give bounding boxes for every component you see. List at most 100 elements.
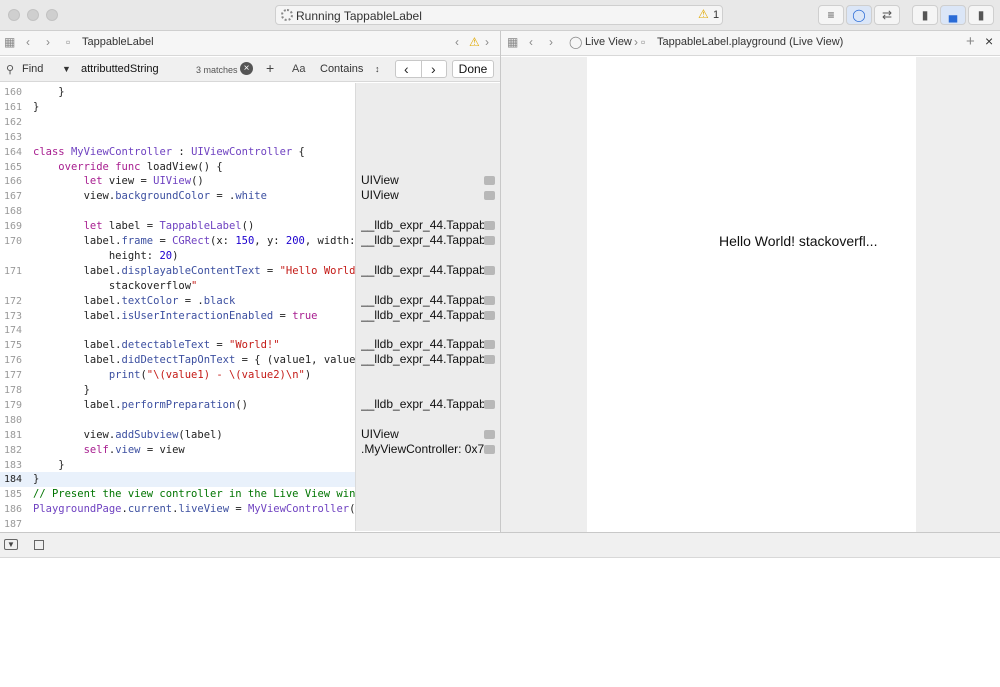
toggle-utilities-button[interactable]: ▮: [968, 5, 994, 25]
code-text[interactable]: label.frame = CGRect(x: 150, y: 200, wid…: [33, 234, 355, 249]
version-editor-button[interactable]: ⇄: [874, 5, 900, 25]
code-text[interactable]: }: [33, 100, 39, 115]
code-line[interactable]: stackoverflow": [0, 279, 355, 294]
zoom-window-button[interactable]: [46, 9, 58, 21]
code-text[interactable]: label.displayableContentText = "Hello Wo…: [33, 264, 355, 279]
chevron-right-icon[interactable]: ›: [46, 35, 50, 49]
code-text[interactable]: self.view = view: [33, 443, 185, 458]
code-line[interactable]: 164 class MyViewController : UIViewContro…: [0, 145, 355, 160]
find-done-button[interactable]: Done: [452, 60, 494, 78]
find-query[interactable]: attributtedString: [81, 63, 159, 75]
quick-look-icon[interactable]: [484, 340, 495, 350]
code-text[interactable]: }: [33, 85, 64, 100]
code-line[interactable]: 161}: [0, 100, 355, 115]
code-line[interactable]: 177 print("\(value1) - \(value2)\n"): [0, 368, 355, 383]
live-view-canvas[interactable]: Hello World! stackoverfl...: [587, 57, 916, 532]
code-line[interactable]: 182 self.view = view: [0, 443, 355, 458]
chevron-right-icon[interactable]: ›: [485, 35, 489, 49]
live-view-file-name[interactable]: TappableLabel.playground (Live View): [657, 36, 843, 48]
code-line[interactable]: 160 }: [0, 85, 355, 100]
code-text[interactable]: // Present the view controller in the Li…: [33, 487, 355, 502]
code-line[interactable]: 185 // Present the view controller in the…: [0, 487, 355, 502]
quick-look-icon[interactable]: [484, 295, 495, 305]
code-text[interactable]: label.didDetectTapOnText = { (value1, va…: [33, 353, 355, 368]
related-items-grid-icon[interactable]: ▦: [4, 35, 15, 49]
code-line[interactable]: 166 let view = UIView(): [0, 174, 355, 189]
quick-look-icon[interactable]: [484, 429, 495, 439]
code-text[interactable]: print("\(value1) - \(value2)\n"): [33, 368, 311, 383]
code-line[interactable]: 171 label.displayableContentText = "Hell…: [0, 264, 355, 279]
case-sensitive-toggle[interactable]: Aa: [292, 63, 305, 75]
assistant-editor-button[interactable]: ◯: [846, 5, 872, 25]
plus-icon[interactable]: +: [266, 60, 274, 76]
chevron-left-icon[interactable]: ‹: [529, 35, 533, 49]
chevron-updown-icon[interactable]: ↕: [375, 64, 380, 74]
code-line[interactable]: 183 }: [0, 458, 355, 473]
chevron-left-icon[interactable]: ‹: [404, 61, 409, 77]
quick-look-icon[interactable]: [484, 236, 495, 245]
code-line[interactable]: 175 label.detectableText = "World!": [0, 338, 355, 353]
code-text[interactable]: label.performPreparation(): [33, 398, 248, 413]
stop-icon[interactable]: [34, 540, 44, 550]
minimize-window-button[interactable]: [27, 9, 39, 21]
match-type-select[interactable]: Contains: [320, 63, 363, 75]
code-line[interactable]: 172 label.textColor = .black: [0, 294, 355, 309]
chevron-right-icon[interactable]: ›: [549, 35, 553, 49]
code-text[interactable]: label.detectableText = "World!": [33, 338, 280, 353]
quick-look-icon[interactable]: [484, 355, 495, 365]
code-text[interactable]: height: 20): [33, 249, 179, 264]
code-line[interactable]: 168: [0, 204, 355, 219]
chevron-left-icon[interactable]: ‹: [26, 35, 30, 49]
plus-icon[interactable]: +: [966, 33, 975, 50]
code-text[interactable]: }: [33, 383, 90, 398]
code-text[interactable]: let label = TappableLabel(): [33, 219, 255, 234]
warning-count[interactable]: 1: [713, 9, 719, 21]
code-text[interactable]: }: [33, 458, 64, 473]
code-line[interactable]: 173 label.isUserInteractionEnabled = tru…: [0, 309, 355, 324]
code-line[interactable]: 162: [0, 115, 355, 130]
live-view-mode[interactable]: Live View: [585, 36, 632, 48]
toggle-debug-area-button[interactable]: ▄: [940, 5, 966, 25]
standard-editor-button[interactable]: ≡: [818, 5, 844, 25]
code-line[interactable]: 179 label.performPreparation(): [0, 398, 355, 413]
console-output[interactable]: [0, 558, 1000, 687]
code-text[interactable]: view.addSubview(label): [33, 428, 223, 443]
code-line[interactable]: 167 view.backgroundColor = .white: [0, 189, 355, 204]
code-text[interactable]: label.isUserInteractionEnabled = true: [33, 309, 318, 324]
code-text[interactable]: view.backgroundColor = .white: [33, 189, 267, 204]
toggle-navigator-button[interactable]: ▮: [912, 5, 938, 25]
code-line[interactable]: 165 override func loadView() {: [0, 160, 355, 175]
code-editor[interactable]: 160 } 161} 162 163 164 class MyViewController…: [0, 83, 355, 531]
warning-icon[interactable]: ⚠: [698, 7, 709, 21]
code-line[interactable]: 170 label.frame = CGRect(x: 150, y: 200,…: [0, 234, 355, 249]
code-line[interactable]: 184}: [0, 472, 355, 488]
code-line[interactable]: height: 20): [0, 249, 355, 264]
editor-file-name[interactable]: TappableLabel: [82, 36, 154, 48]
quick-look-icon[interactable]: [484, 221, 495, 231]
code-text[interactable]: PlaygroundPage.current.liveView = MyView…: [33, 502, 355, 517]
code-text[interactable]: override func loadView() {: [33, 160, 222, 175]
chevron-down-icon[interactable]: ▼: [62, 64, 71, 74]
code-text[interactable]: stackoverflow": [33, 279, 198, 294]
tappable-label[interactable]: Hello World! stackoverfl...: [719, 233, 877, 249]
code-line[interactable]: 178 }: [0, 383, 355, 398]
close-icon[interactable]: ×: [985, 33, 993, 49]
code-line[interactable]: 186 PlaygroundPage.current.liveView = MyV…: [0, 502, 355, 517]
chevron-left-icon[interactable]: ‹: [455, 35, 459, 49]
code-text[interactable]: class MyViewController : UIViewControlle…: [33, 145, 305, 160]
quick-look-icon[interactable]: [484, 265, 495, 275]
code-line[interactable]: 181 view.addSubview(label): [0, 428, 355, 443]
code-text[interactable]: let view = UIView(): [33, 174, 204, 189]
code-text[interactable]: }: [33, 472, 39, 487]
code-line[interactable]: 176 label.didDetectTapOnText = { (value1…: [0, 353, 355, 368]
hide-debug-area-icon[interactable]: ▼: [4, 539, 18, 550]
find-mode-label[interactable]: Find: [22, 63, 43, 75]
quick-look-icon[interactable]: [484, 310, 495, 320]
code-line[interactable]: 187: [0, 517, 355, 531]
code-line[interactable]: 174: [0, 323, 355, 338]
quick-look-icon[interactable]: [484, 399, 495, 409]
chevron-right-icon[interactable]: ›: [431, 61, 436, 77]
code-line[interactable]: 180: [0, 413, 355, 428]
code-text[interactable]: label.textColor = .black: [33, 294, 236, 309]
warning-icon[interactable]: ⚠: [469, 35, 480, 49]
